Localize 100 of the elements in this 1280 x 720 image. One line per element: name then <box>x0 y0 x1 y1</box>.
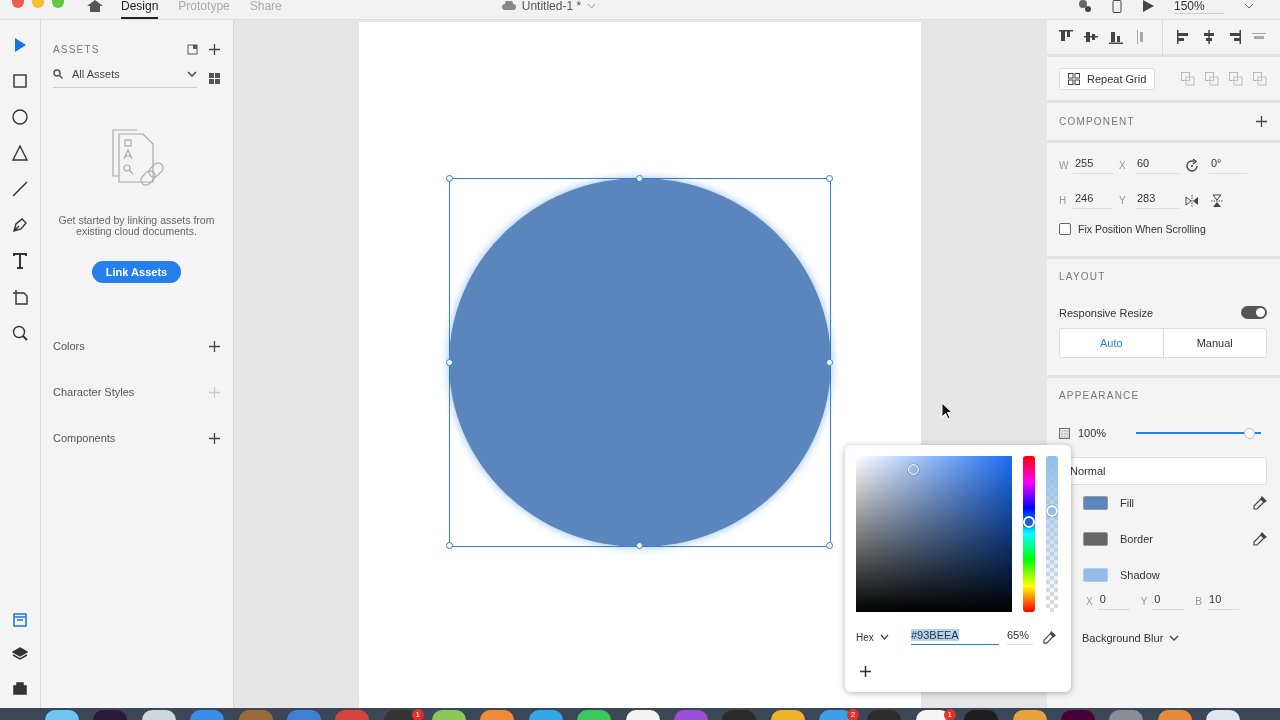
align-icon[interactable] <box>1109 30 1123 44</box>
dock-app-icon[interactable] <box>432 710 466 720</box>
caret-icon[interactable] <box>1244 3 1254 9</box>
color-swatch[interactable] <box>1083 568 1108 582</box>
section-heading: COMPONENT <box>1059 116 1135 127</box>
checkbox-label: Fix Position When Scrolling <box>1078 223 1206 235</box>
cursor-icon <box>941 402 953 420</box>
input-field[interactable]: 0 <box>1152 593 1185 610</box>
ellipse-shape[interactable] <box>449 178 831 547</box>
notification-badge: 2 <box>847 709 859 720</box>
search-icon[interactable] <box>11 324 29 342</box>
section-label: Components <box>53 432 116 444</box>
alpha-slider[interactable] <box>1046 456 1058 612</box>
line-tool-icon[interactable] <box>11 180 29 198</box>
add-icon[interactable] <box>209 44 220 55</box>
grid-icon <box>1068 72 1080 85</box>
add-icon[interactable] <box>209 340 220 352</box>
field-label: Y <box>1119 195 1127 206</box>
eyedropper-icon[interactable] <box>1253 532 1267 546</box>
add-icon[interactable] <box>860 666 871 677</box>
assets-panel-icon[interactable] <box>12 612 28 628</box>
color-mode-dropdown[interactable]: Hex <box>856 631 911 643</box>
alpha-field[interactable]: 65% <box>1007 629 1033 645</box>
dock-app-icon[interactable] <box>480 710 515 720</box>
background-blur-dropdown[interactable]: Background Blur <box>1082 632 1267 644</box>
grid-view-icon[interactable] <box>209 72 220 84</box>
triangle-tool-icon[interactable] <box>11 144 29 162</box>
share-user-icon[interactable] <box>1076 0 1092 12</box>
input-field[interactable]: 246 <box>1073 192 1113 209</box>
ellipse-tool-icon[interactable] <box>11 108 29 126</box>
cloud-icon <box>501 1 516 11</box>
phone-icon[interactable] <box>1112 0 1122 13</box>
align-icon[interactable] <box>1227 30 1241 44</box>
input-field[interactable]: 10 <box>1207 593 1239 610</box>
flip-vertical-icon[interactable] <box>1211 193 1223 208</box>
style-label: Border <box>1120 533 1155 545</box>
color-swatch[interactable] <box>1083 496 1108 510</box>
rectangle-tool-icon[interactable] <box>11 72 29 90</box>
caret-icon <box>879 634 889 640</box>
zoom-dropdown[interactable]: 150% <box>1174 0 1224 14</box>
align-icon[interactable] <box>1202 30 1216 44</box>
document-title: Untitled-1 * <box>521 0 582 13</box>
link-assets-button[interactable]: Link Assets <box>91 261 182 283</box>
style-label: Fill <box>1120 497 1136 509</box>
dock-app-icon[interactable] <box>1206 710 1240 720</box>
dock-app-icon[interactable] <box>528 710 563 720</box>
search-icon <box>53 69 63 79</box>
field-label: B <box>1195 596 1202 607</box>
dock-app-icon[interactable] <box>577 710 612 720</box>
section-label: Character Styles <box>53 386 135 398</box>
section-label: Colors <box>53 340 85 352</box>
field-label: Y <box>1140 596 1148 607</box>
opacity-field[interactable]: 100% <box>1078 427 1128 439</box>
align-icon[interactable] <box>1177 30 1191 44</box>
layers-panel-icon[interactable] <box>12 646 28 662</box>
notification-badge: 1 <box>411 709 424 720</box>
notification-badge: 1 <box>943 709 956 720</box>
plugins-panel-icon[interactable] <box>12 680 28 696</box>
input-field[interactable]: 255 <box>1073 157 1113 174</box>
input-field[interactable]: 0 <box>1097 593 1130 610</box>
input-field[interactable]: 283 <box>1135 192 1179 209</box>
toggle-switch[interactable] <box>1241 306 1267 319</box>
rotation-field[interactable]: 0° <box>1209 157 1247 174</box>
style-label: Shadow <box>1120 569 1161 581</box>
field-label: X <box>1119 160 1127 171</box>
close-button[interactable] <box>12 0 24 8</box>
align-icon[interactable] <box>1059 30 1073 44</box>
dock-app-icon[interactable] <box>1012 710 1047 720</box>
segment-button[interactable]: Manual <box>1162 329 1266 357</box>
eyedropper-icon[interactable] <box>1253 496 1267 510</box>
field-label: W <box>1059 160 1070 171</box>
setting-label: Responsive Resize <box>1059 306 1154 319</box>
align-icon[interactable] <box>1084 30 1098 44</box>
dock-app-icon[interactable] <box>625 710 660 720</box>
eyedropper-icon[interactable] <box>1043 630 1056 644</box>
hex-field[interactable]: #93BEEA <box>911 629 999 645</box>
artboard-tool-icon[interactable] <box>11 288 29 306</box>
color-swatch[interactable] <box>1083 532 1108 546</box>
add-icon[interactable] <box>209 432 220 444</box>
checkbox[interactable] <box>1059 223 1071 235</box>
empty-message: Get started by linking assets from existing cloud documents. <box>57 215 216 237</box>
input-field[interactable]: 60 <box>1135 157 1179 174</box>
segment-button[interactable]: Auto <box>1060 329 1163 357</box>
caret-icon <box>187 71 197 77</box>
flip-horizontal-icon[interactable] <box>1185 194 1199 207</box>
saturation-value-area[interactable] <box>856 456 1012 612</box>
library-icon[interactable] <box>187 44 198 55</box>
rotate-icon[interactable] <box>1185 158 1199 173</box>
play-icon[interactable] <box>1142 0 1154 12</box>
search-field[interactable]: All Assets <box>53 68 197 88</box>
dock-app-icon[interactable] <box>45 710 79 720</box>
dock-app-icon[interactable] <box>1157 710 1192 720</box>
field-label: H <box>1059 195 1068 206</box>
repeat-grid-button[interactable]: Repeat Grid <box>1059 67 1156 90</box>
add-icon[interactable] <box>1256 116 1267 127</box>
text-tool-icon[interactable] <box>11 252 29 270</box>
dock-app-icon[interactable] <box>770 710 805 720</box>
pen-tool-icon[interactable] <box>11 216 29 234</box>
dock-app-icon[interactable] <box>141 710 176 720</box>
home-icon[interactable] <box>87 0 103 12</box>
